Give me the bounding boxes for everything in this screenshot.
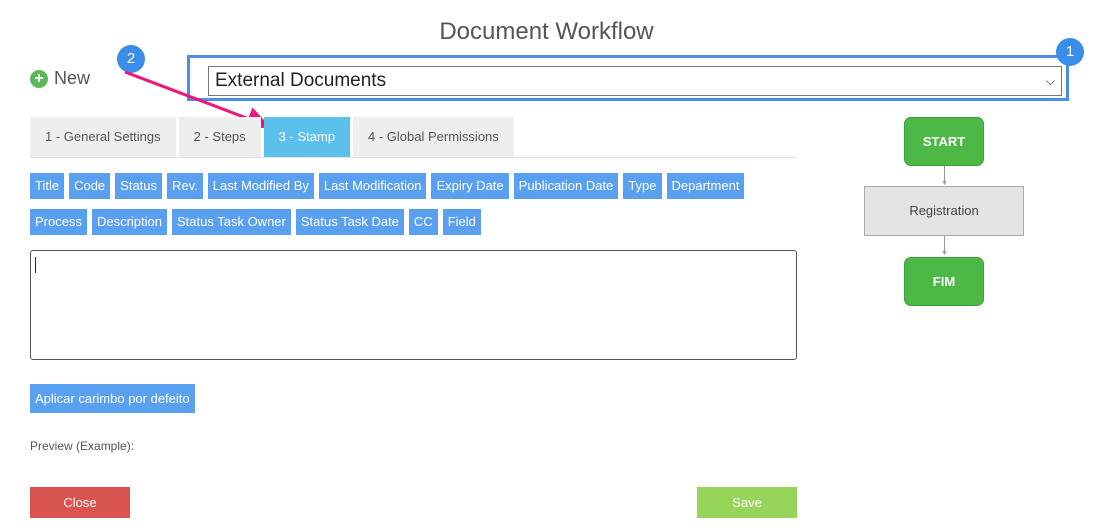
field-tag-rev[interactable]: Rev.: [167, 173, 203, 199]
field-tags-row-2: Process Description Status Task Owner St…: [30, 209, 800, 235]
field-tag-last-modification[interactable]: Last Modification: [318, 173, 427, 199]
field-tag-type[interactable]: Type: [623, 173, 662, 199]
field-tag-department[interactable]: Department: [666, 173, 745, 199]
close-button[interactable]: Close: [30, 487, 130, 518]
tab-steps[interactable]: 2 - Steps: [178, 117, 261, 157]
chevron-down-icon: ⌵: [1045, 74, 1055, 88]
workflow-node-registration[interactable]: Registration: [864, 186, 1024, 236]
settings-tabs: 1 - General Settings 2 - Steps 3 - Stamp…: [30, 117, 797, 158]
field-tag-cc[interactable]: CC: [408, 209, 438, 235]
workflow-node-start[interactable]: START: [904, 117, 984, 166]
field-tag-code[interactable]: Code: [69, 173, 111, 199]
new-button[interactable]: + New: [30, 68, 90, 89]
field-tag-description[interactable]: Description: [91, 209, 167, 235]
new-button-label: New: [54, 68, 91, 88]
workflow-select-highlight: External Documents ⌵: [187, 55, 1069, 101]
workflow-select-value: External Documents: [215, 70, 387, 91]
save-button[interactable]: Save: [697, 487, 797, 518]
connector-arrow-icon: ▼: [941, 250, 948, 257]
field-tag-process[interactable]: Process: [30, 209, 87, 235]
field-tags-row-1: Title Code Status Rev. Last Modified By …: [30, 173, 800, 199]
field-tag-field[interactable]: Field: [442, 209, 481, 235]
stamp-editor[interactable]: [30, 250, 797, 360]
tab-global-permissions[interactable]: 4 - Global Permissions: [353, 117, 514, 157]
field-tag-status-task-owner[interactable]: Status Task Owner: [172, 209, 291, 235]
field-tag-title[interactable]: Title: [30, 173, 65, 199]
annotation-badge-1: 1: [1056, 38, 1084, 66]
apply-default-stamp-button[interactable]: Aplicar carimbo por defeito: [30, 384, 195, 413]
annotation-badge-2: 2: [117, 45, 145, 73]
workflow-node-end[interactable]: FIM: [904, 257, 984, 306]
text-cursor: [35, 257, 36, 273]
field-tag-expiry-date[interactable]: Expiry Date: [431, 173, 509, 199]
field-tag-status[interactable]: Status: [115, 173, 163, 199]
tab-stamp[interactable]: 3 - Stamp: [263, 117, 351, 157]
tab-general-settings[interactable]: 1 - General Settings: [30, 117, 176, 157]
workflow-select[interactable]: External Documents ⌵: [208, 66, 1062, 96]
field-tag-publication-date[interactable]: Publication Date: [513, 173, 619, 199]
field-tag-status-task-date[interactable]: Status Task Date: [295, 209, 404, 235]
page-title: Document Workflow: [439, 18, 654, 45]
preview-label: Preview (Example):: [30, 439, 135, 453]
plus-circle-icon: +: [30, 69, 48, 88]
field-tag-last-modified-by[interactable]: Last Modified By: [207, 173, 314, 199]
